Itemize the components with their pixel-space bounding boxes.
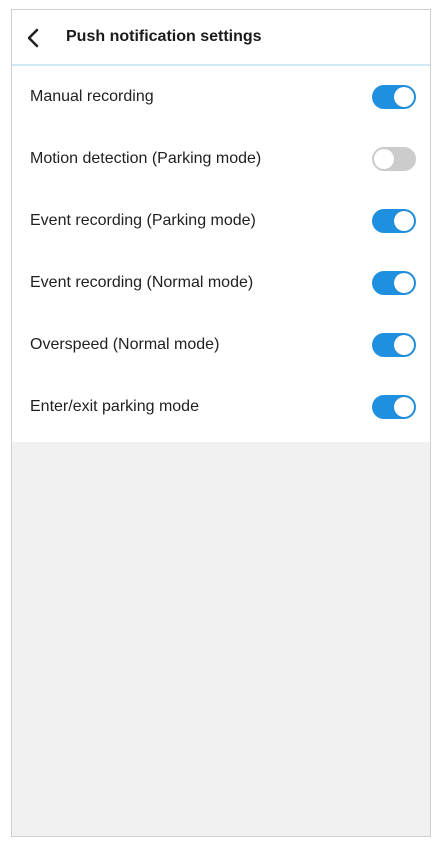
notification-settings-list: Manual recording Motion detection (Parki… [12,66,430,442]
page-title: Push notification settings [66,28,262,45]
header-bar: Push notification settings [12,10,430,66]
parking-mode-toggle[interactable] [372,395,416,419]
toggle-knob [394,397,414,417]
event-recording-parking-toggle[interactable] [372,209,416,233]
setting-row-event-recording-normal: Event recording (Normal mode) [12,252,430,314]
setting-label: Enter/exit parking mode [30,398,199,415]
manual-recording-toggle[interactable] [372,85,416,109]
setting-label: Manual recording [30,88,154,105]
toggle-knob [394,273,414,293]
toggle-knob [394,335,414,355]
setting-label: Event recording (Parking mode) [30,212,256,229]
setting-label: Overspeed (Normal mode) [30,336,220,353]
setting-label: Event recording (Normal mode) [30,274,254,291]
event-recording-normal-toggle[interactable] [372,271,416,295]
back-button[interactable] [20,24,48,52]
setting-row-motion-detection: Motion detection (Parking mode) [12,128,430,190]
setting-label: Motion detection (Parking mode) [30,150,262,167]
settings-screen: Push notification settings Manual record… [11,9,431,837]
setting-row-manual-recording: Manual recording [12,66,430,128]
toggle-knob [374,149,394,169]
setting-row-parking-mode: Enter/exit parking mode [12,376,430,438]
overspeed-toggle[interactable] [372,333,416,357]
setting-row-overspeed: Overspeed (Normal mode) [12,314,430,376]
empty-area [12,442,430,836]
toggle-knob [394,87,414,107]
toggle-knob [394,211,414,231]
setting-row-event-recording-parking: Event recording (Parking mode) [12,190,430,252]
motion-detection-toggle[interactable] [372,147,416,171]
chevron-left-icon [27,28,39,48]
